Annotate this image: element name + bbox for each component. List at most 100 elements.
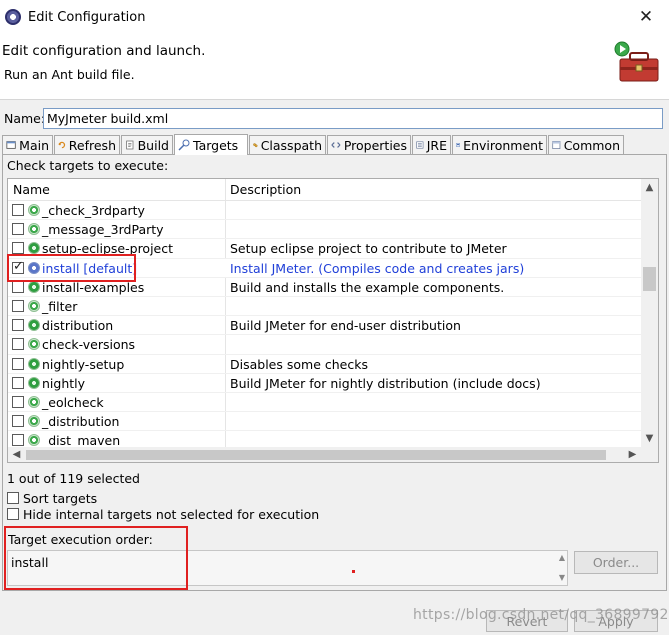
- table-row[interactable]: _eolcheck: [8, 393, 641, 413]
- target-icon: [28, 434, 40, 447]
- target-icon: [28, 204, 40, 216]
- table-row[interactable]: nightly Build JMeter for nightly distribu…: [8, 374, 641, 393]
- target-checkbox[interactable]: [12, 415, 24, 428]
- target-checkbox[interactable]: [12, 204, 24, 216]
- jre-icon: [416, 141, 424, 149]
- target-name: install-examples: [42, 279, 145, 295]
- target-icon: [28, 357, 40, 370]
- tab-targets[interactable]: Targets: [174, 134, 248, 155]
- scroll-up-icon[interactable]: ▲: [641, 179, 658, 196]
- target-icon: [28, 319, 40, 332]
- hide-internal-checkbox[interactable]: [7, 508, 19, 520]
- target-description: Build and installs the example component…: [230, 279, 505, 295]
- target-name: setup-eclipse-project: [42, 241, 174, 257]
- target-checkbox[interactable]: [12, 434, 24, 447]
- target-checkbox[interactable]: [12, 376, 24, 389]
- target-checkbox[interactable]: [12, 223, 24, 236]
- tab-environment[interactable]: Environment: [452, 135, 547, 154]
- target-name: nightly-setup: [42, 356, 125, 372]
- table-header: Name Description: [8, 179, 641, 201]
- targets-table: Name Description _check_3rdparty _messag…: [7, 178, 659, 463]
- table-row[interactable]: nightly-setup Disables some checks: [8, 355, 641, 374]
- selected-count: 1 out of 119 selected: [7, 471, 140, 486]
- sort-targets-checkbox[interactable]: [7, 492, 19, 504]
- tab-build[interactable]: Build: [121, 135, 173, 154]
- table-body: _check_3rdparty _message_3rdParty setup-…: [8, 201, 641, 451]
- scroll-right-icon[interactable]: ▶: [624, 447, 641, 462]
- target-description: Disables some checks: [230, 356, 368, 372]
- horizontal-scrollbar[interactable]: ◀ ▶: [8, 447, 641, 462]
- table-row[interactable]: distribution Build JMeter for end-user di…: [8, 316, 641, 336]
- table-row[interactable]: _message_3rdParty: [8, 220, 641, 240]
- target-checkbox[interactable]: [12, 280, 24, 293]
- default-target-icon: [28, 261, 40, 274]
- target-checkbox-checked[interactable]: [12, 259, 24, 274]
- close-button[interactable]: ✕: [628, 4, 664, 30]
- table-row[interactable]: _filter: [8, 297, 641, 317]
- header-subtitle: Run an Ant build file.: [4, 67, 135, 82]
- horizontal-scroll-thumb[interactable]: [26, 450, 606, 460]
- column-header-name[interactable]: Name: [13, 182, 50, 197]
- tab-label: Classpath: [260, 137, 322, 153]
- tab-classpath[interactable]: Classpath: [249, 135, 326, 154]
- tab-label: Environment: [463, 137, 543, 153]
- column-header-description[interactable]: Description: [230, 182, 301, 197]
- tab-label: Main: [19, 137, 49, 153]
- target-description: Build JMeter for end-user distribution: [230, 318, 461, 334]
- vertical-scrollbar[interactable]: ▲ ▼: [641, 179, 658, 447]
- table-row[interactable]: _distribution: [8, 412, 641, 432]
- target-icon: [28, 395, 40, 408]
- vertical-scroll-thumb[interactable]: [643, 267, 656, 291]
- table-row[interactable]: setup-eclipse-project Setup eclipse proje…: [8, 239, 641, 259]
- table-row[interactable]: install-examples Build and installs the e…: [8, 278, 641, 297]
- environment-icon: [456, 143, 460, 147]
- scroll-down-icon[interactable]: ▼: [641, 430, 658, 447]
- scroll-left-icon[interactable]: ◀: [8, 447, 25, 462]
- target-name: _filter: [42, 298, 78, 314]
- target-checkbox[interactable]: [12, 319, 24, 332]
- target-checkbox[interactable]: [12, 338, 24, 351]
- target-icon: [28, 280, 40, 293]
- name-input[interactable]: [43, 108, 663, 129]
- tab-properties[interactable]: Properties: [327, 135, 411, 154]
- order-scroll-down-icon[interactable]: ▼: [559, 573, 565, 582]
- tab-bar: Main Refresh Build Targets Classpath Pro…: [2, 134, 667, 155]
- target-checkbox[interactable]: [12, 357, 24, 370]
- order-scroll-up-icon[interactable]: ▲: [559, 553, 565, 562]
- table-row[interactable]: check-versions: [8, 335, 641, 355]
- sort-targets-label[interactable]: Sort targets: [23, 491, 97, 506]
- target-icon: [28, 415, 40, 428]
- tab-refresh[interactable]: Refresh: [54, 135, 120, 154]
- tab-main[interactable]: Main: [2, 135, 53, 154]
- target-name: distribution: [42, 318, 114, 334]
- build-icon: [126, 140, 134, 150]
- order-button[interactable]: Order...: [574, 551, 658, 574]
- tab-label: Refresh: [68, 137, 116, 153]
- target-checkbox[interactable]: [12, 299, 24, 312]
- hide-internal-label[interactable]: Hide internal targets not selected for e…: [23, 507, 319, 522]
- tab-label: Properties: [343, 137, 407, 153]
- target-name: check-versions: [42, 337, 136, 353]
- table-row-selected[interactable]: install [default] Install JMeter. (Compil…: [8, 258, 641, 278]
- tab-jre[interactable]: JRE: [412, 135, 451, 154]
- watermark: https://blog.csdn.net/qq_36899792: [413, 607, 669, 623]
- target-name: nightly: [42, 375, 86, 391]
- execution-order-field[interactable]: install ▲ ▼: [7, 550, 568, 586]
- target-description: Build JMeter for nightly distribution (i…: [230, 375, 541, 391]
- target-checkbox[interactable]: [12, 242, 24, 255]
- target-checkbox[interactable]: [12, 395, 24, 408]
- execution-order-value: install: [11, 555, 49, 570]
- table-row[interactable]: _check_3rdparty: [8, 201, 641, 221]
- target-icon: [28, 223, 40, 236]
- properties-icon: [331, 142, 341, 148]
- eclipse-icon: [5, 9, 21, 25]
- main-icon: [6, 141, 16, 149]
- tab-common[interactable]: Common: [548, 135, 624, 154]
- target-name: _message_3rdParty: [42, 222, 164, 238]
- target-name: _dist_maven: [42, 433, 121, 449]
- target-icon: [28, 376, 40, 389]
- refresh-icon: [58, 141, 66, 149]
- tab-label: JRE: [426, 137, 447, 153]
- classpath-icon: [253, 143, 258, 148]
- dialog-header: Edit configuration and launch. Run an An…: [0, 35, 669, 100]
